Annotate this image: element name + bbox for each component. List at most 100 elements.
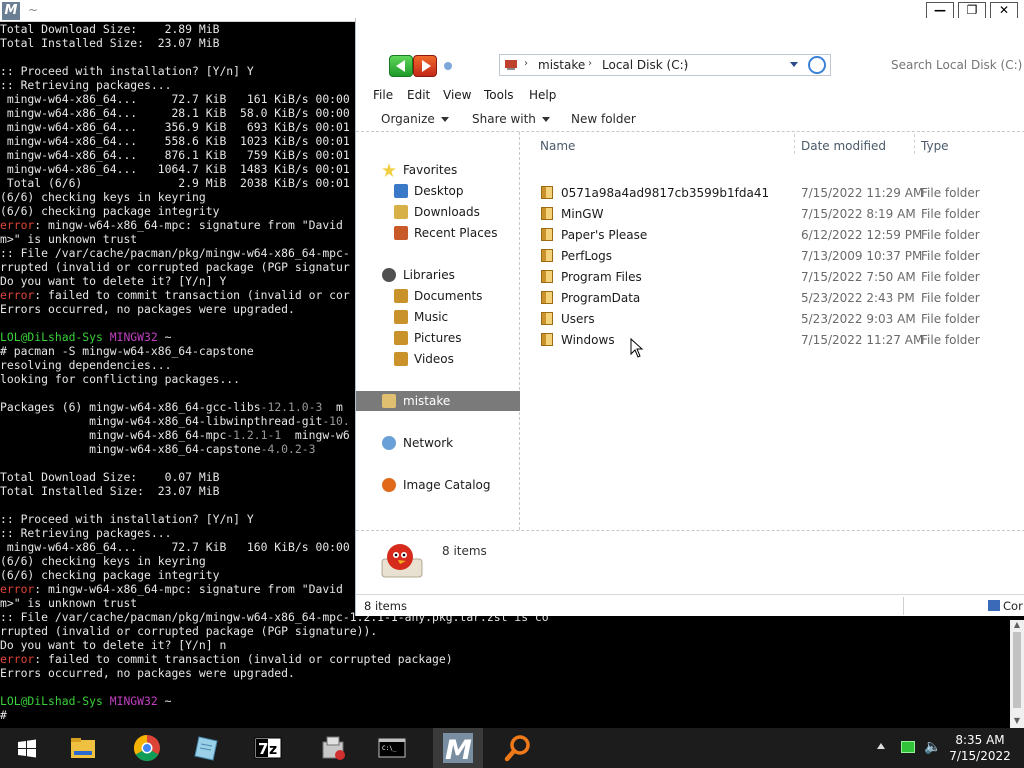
file-row[interactable]: Users 5/23/2022 9:03 AM File folder [521, 308, 1024, 329]
downloads-icon [394, 205, 408, 219]
file-row[interactable]: Windows 7/15/2022 11:27 AM File folder [521, 329, 1024, 350]
terminal-text: : mingw-w64-x86_64-mpc: signature from "… [34, 218, 343, 232]
terminal-text: (6/6) checking package integrity [0, 568, 220, 582]
navigation-pane[interactable]: Favorites Desktop Downloads Recent Place… [356, 132, 520, 530]
file-list[interactable]: Name Date modified Type 0571a98a4ad9817c… [521, 132, 1024, 530]
taskbar-chrome[interactable] [122, 728, 172, 768]
column-divider[interactable] [794, 134, 795, 154]
taskbar-notepad[interactable] [181, 728, 231, 768]
msys2-app-icon: M [2, 2, 20, 20]
search-input[interactable] [888, 54, 1024, 76]
terminal-text: ~ [157, 330, 172, 344]
folder-icon [541, 249, 553, 262]
menu-tools[interactable]: Tools [484, 88, 514, 102]
nav-desktop[interactable]: Desktop [356, 181, 520, 201]
close-button[interactable]: ✕ [990, 2, 1018, 19]
file-name: ProgramData [561, 291, 641, 305]
taskbar-cmd[interactable]: C:\_ [367, 728, 417, 768]
address-dropdown-icon[interactable] [790, 62, 798, 67]
file-date: 5/23/2022 2:43 PM [801, 291, 915, 305]
svg-text:C:\_: C:\_ [382, 745, 397, 752]
recent-pages-icon[interactable] [444, 62, 452, 70]
nav-image-catalog[interactable]: Image Catalog [356, 475, 520, 495]
file-date: 7/13/2009 10:37 PM [801, 249, 923, 263]
7zip-icon: 7 z [254, 737, 282, 759]
nav-videos[interactable]: Videos [356, 349, 520, 369]
forward-button[interactable] [413, 55, 437, 77]
organize-button[interactable]: Organize [381, 112, 449, 126]
file-row[interactable]: MinGW 7/15/2022 8:19 AM File folder [521, 203, 1024, 224]
explorer-window[interactable]: › mistake › Local Disk (C:) › File Edit … [355, 18, 1024, 616]
file-row[interactable]: ProgramData 5/23/2022 2:43 PM File folder [521, 287, 1024, 308]
file-row[interactable]: PerfLogs 7/13/2009 10:37 PM File folder [521, 245, 1024, 266]
minimize-button[interactable]: — [926, 2, 954, 19]
nav-desktop-label: Desktop [414, 184, 464, 198]
taskbar-search-tool[interactable] [493, 728, 543, 768]
column-name[interactable]: Name [540, 139, 575, 153]
terminal-text: :: Proceed with installation? [Y/n] Y [0, 64, 254, 78]
refresh-icon[interactable] [808, 56, 826, 74]
taskbar-7zip[interactable]: 7 z [243, 728, 293, 768]
breadcrumb-separator-icon[interactable]: › [524, 58, 528, 69]
start-button[interactable] [2, 728, 52, 768]
taskbar-installer[interactable] [308, 728, 358, 768]
file-row[interactable]: Paper's Please 6/12/2022 12:59 PM File fol… [521, 224, 1024, 245]
terminal-scrollbar[interactable]: ▲ ▼ [1010, 620, 1024, 728]
explorer-titlebar[interactable] [356, 18, 1024, 48]
terminal-text: Total Download Size: 2.89 MiB [0, 22, 220, 36]
taskbar-msys2[interactable]: M [433, 728, 483, 768]
back-button[interactable] [389, 55, 413, 77]
breadcrumb-mistake[interactable]: mistake [538, 58, 585, 72]
file-row[interactable]: 0571a98a4ad9817cb3599b1fda41 7/15/2022 11… [521, 182, 1024, 203]
nav-network[interactable]: Network [356, 433, 520, 453]
file-name: MinGW [561, 207, 604, 221]
nav-documents[interactable]: Documents [356, 286, 520, 306]
breadcrumb-separator-icon[interactable]: › [684, 58, 688, 69]
nav-favorites[interactable]: Favorites [356, 160, 520, 180]
new-folder-label: New folder [571, 112, 636, 126]
menu-file[interactable]: File [373, 88, 393, 102]
nav-pictures[interactable]: Pictures [356, 328, 520, 348]
terminal-text: mingw-w64-x86_64... 558.6 KiB 1023 KiB/s… [0, 134, 350, 148]
restore-button[interactable]: ❐ [958, 2, 986, 19]
terminal-text: error [0, 218, 35, 232]
column-date-modified[interactable]: Date modified [801, 139, 886, 153]
address-bar[interactable]: › mistake › Local Disk (C:) › [499, 54, 831, 76]
nav-music[interactable]: Music [356, 307, 520, 327]
music-icon [394, 310, 408, 324]
installer-icon [322, 736, 345, 760]
menu-view[interactable]: View [443, 88, 471, 102]
nav-recent-places[interactable]: Recent Places [356, 223, 520, 243]
scroll-down-icon[interactable]: ▼ [1010, 716, 1024, 728]
menu-help[interactable]: Help [529, 88, 556, 102]
scroll-up-icon[interactable]: ▲ [1010, 620, 1024, 632]
breadcrumb-local-disk[interactable]: Local Disk (C:) [602, 58, 688, 72]
tray-expand-icon[interactable] [877, 743, 885, 749]
scroll-thumb[interactable] [1013, 632, 1021, 708]
volume-icon[interactable]: 🔈 [924, 739, 941, 755]
windows-start-icon [18, 739, 36, 758]
share-with-button[interactable]: Share with [472, 112, 550, 126]
nav-documents-label: Documents [414, 289, 483, 303]
menu-edit[interactable]: Edit [407, 88, 430, 102]
terminal-text: mingw-w64-x86_64-mpc [0, 428, 227, 442]
column-type[interactable]: Type [921, 139, 949, 153]
taskbar-clock[interactable]: 8:35 AM 7/15/2022 [940, 732, 1020, 764]
terminal-text: LOL@DiLshad-Sys [0, 694, 110, 708]
new-folder-button[interactable]: New folder [571, 112, 636, 126]
terminal-line: Errors occurred, no packages were upgrad… [0, 666, 1010, 680]
breadcrumb-separator-icon[interactable]: › [588, 58, 592, 69]
terminal-text: Errors occurred, no packages were upgrad… [0, 302, 295, 316]
file-name: Windows [561, 333, 615, 347]
nav-downloads[interactable]: Downloads [356, 202, 520, 222]
terminal-text: mingw-w64-x86_64... 28.1 KiB 58.0 KiB/s … [0, 106, 350, 120]
file-row[interactable]: Program Files 7/15/2022 7:50 AM File folde… [521, 266, 1024, 287]
column-headers: Name Date modified Type [521, 132, 1024, 158]
user-folder-icon [382, 394, 396, 408]
nav-libraries[interactable]: Libraries [356, 265, 520, 285]
column-divider[interactable] [914, 134, 915, 154]
network-status-icon[interactable] [901, 741, 915, 753]
status-item-count: 8 items [364, 599, 407, 613]
nav-mistake[interactable]: mistake [356, 391, 520, 411]
taskbar-file-explorer[interactable] [58, 728, 108, 768]
